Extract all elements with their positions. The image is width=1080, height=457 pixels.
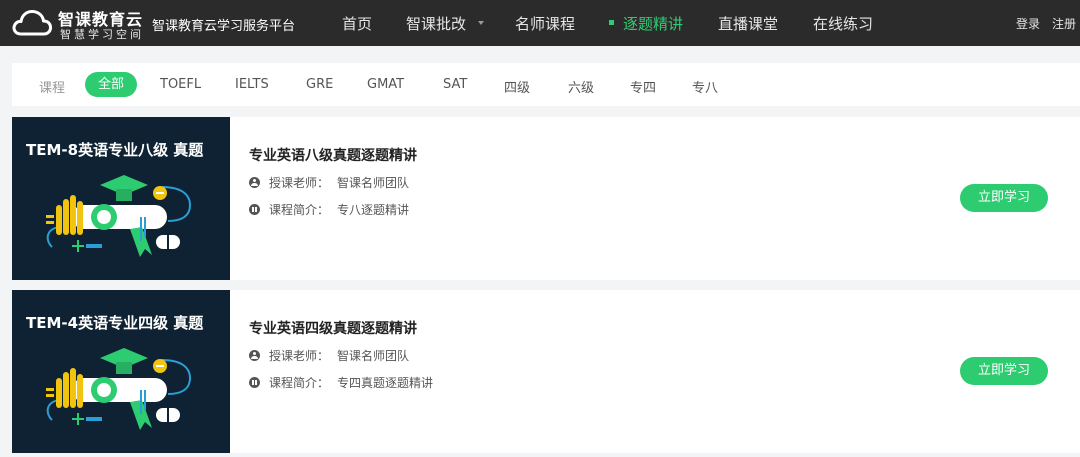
graduation-illustration-icon [46,175,192,257]
filter-sat[interactable]: SAT [443,77,467,92]
book-icon [249,204,260,215]
course-teacher: 授课老师： 智课名师团队 [249,174,409,191]
course-thumbnail[interactable]: TEM-8英语专业八级 真题 [12,117,230,280]
teacher-label: 授课老师： [269,176,330,190]
nav-item-correction[interactable]: 智课批改 [406,13,485,34]
top-navbar: 智课教育云 智慧学习空间 智课教育云学习服务平台 首页 智课批改 名师课程 逐题… [0,0,1080,46]
active-dot-icon [609,20,614,25]
course-title[interactable]: 专业英语四级真题逐题精讲 [249,318,417,338]
login-link[interactable]: 登录 [1016,15,1040,32]
graduation-illustration-icon [46,348,192,430]
filter-toefl[interactable]: TOEFL [160,77,201,92]
course-intro: 课程简介： 专八逐题精讲 [249,201,409,218]
course-card: TEM-8英语专业八级 真题 专业英语八级真题逐题精讲 授课老师： 智课名师团队… [12,117,1080,280]
thumbnail-title: TEM-4英语专业四级 真题 [26,314,204,332]
caret-down-icon [478,20,485,25]
filter-label: 课程 [39,81,66,96]
filter-gmat[interactable]: GMAT [367,77,404,92]
person-icon [249,350,260,361]
teacher-value: 智课名师团队 [337,176,410,190]
filter-tem8[interactable]: 专八 [692,77,718,96]
cloud-logo-icon [12,9,52,36]
course-teacher: 授课老师： 智课名师团队 [249,347,409,364]
platform-name: 智课教育云学习服务平台 [152,19,296,34]
logo-subtitle: 智慧学习空间 [60,28,144,41]
filter-cet4[interactable]: 四级 [504,77,530,96]
start-learning-button[interactable]: 立即学习 [960,357,1048,385]
course-thumbnail[interactable]: TEM-4英语专业四级 真题 [12,290,230,453]
nav-item-home[interactable]: 首页 [342,13,372,34]
intro-label: 课程简介： [269,203,330,217]
nav-item-question-explain[interactable]: 逐题精讲 [609,13,683,34]
course-intro: 课程简介： 专四真题逐题精讲 [249,374,433,391]
start-learning-button[interactable]: 立即学习 [960,184,1048,212]
intro-value: 专四真题逐题精讲 [337,376,434,390]
intro-label: 课程简介： [269,376,330,390]
nav-item-question-explain-label: 逐题精讲 [623,15,684,33]
teacher-value: 智课名师团队 [337,349,410,363]
teacher-label: 授课老师： [269,349,330,363]
filter-ielts[interactable]: IELTS [235,77,269,92]
nav-item-online-practice[interactable]: 在线练习 [813,13,873,34]
filter-all[interactable]: 全部 [85,72,138,97]
filter-cet6[interactable]: 六级 [568,77,594,96]
person-icon [249,177,260,188]
intro-value: 专八逐题精讲 [337,203,410,217]
filter-gre[interactable]: GRE [306,77,333,92]
filter-tem4[interactable]: 专四 [630,77,656,96]
nav-item-teacher-courses[interactable]: 名师课程 [515,13,575,34]
nav-item-live-class[interactable]: 直播课堂 [718,13,778,34]
nav-item-correction-label: 智课批改 [406,15,467,33]
course-card: TEM-4英语专业四级 真题 专业英语四级真题逐题精讲 授课老师： 智课名师团队… [12,290,1080,453]
course-filter-bar: 课程 全部 TOEFL IELTS GRE GMAT SAT 四级 六级 专四 … [12,63,1080,106]
thumbnail-title: TEM-8英语专业八级 真题 [26,141,204,159]
book-icon [249,377,260,388]
register-link[interactable]: 注册 [1052,15,1076,32]
course-title[interactable]: 专业英语八级真题逐题精讲 [249,145,417,165]
logo[interactable]: 智课教育云 智慧学习空间 [12,6,144,41]
